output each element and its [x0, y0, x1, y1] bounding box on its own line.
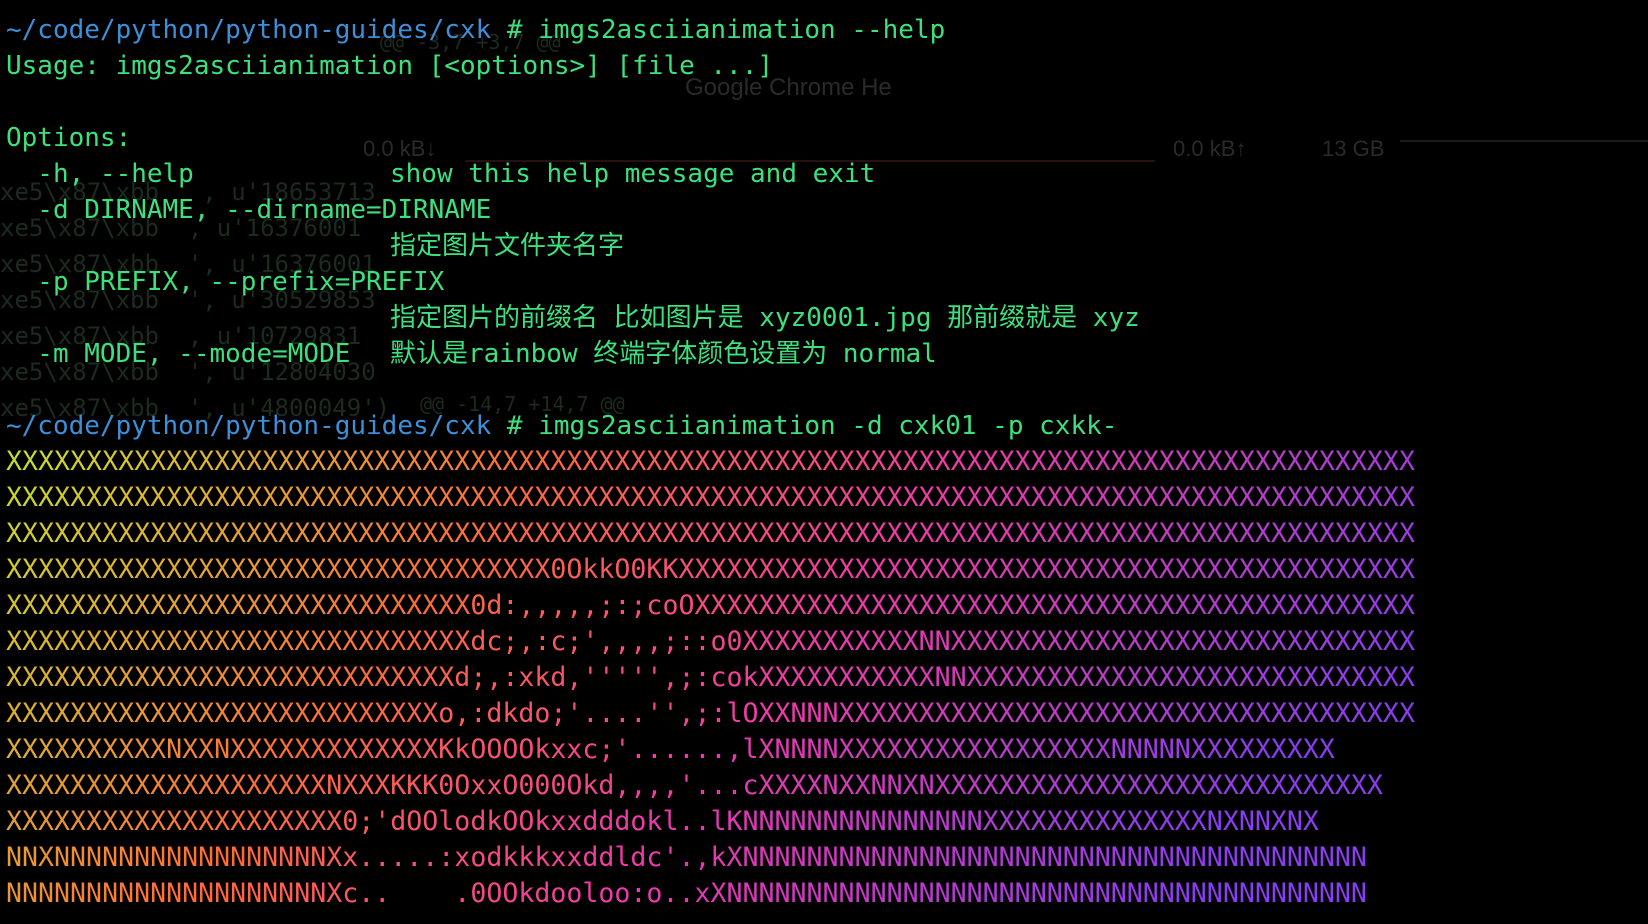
option-line: 指定图片文件夹名字 [6, 228, 1415, 264]
option-desc: 指定图片文件夹名字 [390, 231, 625, 261]
ascii-row: XXXXXXXXXXXXXXXXXXXXXXXXXXXXd;,:xkd,''''… [6, 660, 1415, 696]
option-flag: -h, --help [6, 159, 194, 189]
option-desc: show this help message and exit [390, 159, 876, 189]
ascii-row: XXXXXXXXXXXXXXXXXXXXXXXXXXXXXdc;,:c;',,,… [6, 624, 1415, 660]
ascii-row: XXXXXXXXXXXXXXXXXXXXXXXXXXXXXXXXXXXXXXXX… [6, 480, 1415, 516]
output-line: -d DIRNAME, --dirname=DIRNAME [6, 192, 1415, 228]
command-text: imgs2asciianimation -d cxk01 -p cxkk- [538, 411, 1118, 441]
option-line: -h, --help show this help message and exi… [6, 156, 1415, 192]
ascii-row: XXXXXXXXXXXXXXXXXXXXXXXXXXXXXXXXXXXXXXXX… [6, 516, 1415, 552]
options-heading: Options: [6, 123, 132, 153]
ascii-row: XXXXXXXXXXXXXXXXXXXXXXXXXXXo,:dkdo;'....… [6, 696, 1415, 732]
ascii-row: XXXXXXXXXXXXXXXXXXXXNXXXKKK0OxxO000Okd,,… [6, 768, 1383, 804]
prompt-path: ~/code/python/python-guides/cxk [6, 15, 492, 45]
command-text: imgs2asciianimation --help [538, 15, 946, 45]
option-flag: -m MODE, --mode=MODE [6, 339, 351, 369]
prompt-hash: # [491, 411, 539, 441]
option-line: -m MODE, --mode=MODE 默认是rainbow 终端字体颜色设置为… [6, 336, 1415, 372]
prompt-path: ~/code/python/python-guides/cxk [6, 411, 492, 441]
ascii-row: XXXXXXXXXXXXXXXXXXXXXXXXXXXXX0d:,,,,,;:;… [6, 588, 1415, 624]
ascii-row: XXXXXXXXXXNXXNXXXXXXXXXXXXXKkOOOOkxxc;'.… [6, 732, 1335, 768]
ascii-row: XXXXXXXXXXXXXXXXXXXXX0;'dOOlodkOOkxxdddo… [6, 804, 1319, 840]
prompt-hash: # [491, 15, 539, 45]
prompt-line: ~/code/python/python-guides/cxk # imgs2a… [6, 12, 1415, 48]
output-line: -p PREFIX, --prefix=PREFIX [6, 264, 1415, 300]
option-desc: 指定图片的前缀名 比如图片是 xyz0001.jpg 那前缀就是 xyz [390, 303, 1140, 333]
bleed-graph-line-right [1400, 140, 1648, 142]
ascii-row: NNXNNNNNNNNNNNNNNNNNXx.....:xodkkkxxddld… [6, 840, 1367, 876]
option-line: 指定图片的前缀名 比如图片是 xyz0001.jpg 那前缀就是 xyz [6, 300, 1415, 336]
prompt-line: ~/code/python/python-guides/cxk # imgs2a… [6, 408, 1415, 444]
option-desc: 默认是rainbow 终端字体颜色设置为 normal [390, 339, 937, 369]
output-line: Options: [6, 120, 1415, 156]
terminal-window[interactable]: Google Chrome He 0.0 kB↓ 0.0 kB↑ 13 GB @… [0, 0, 1648, 924]
usage-text: Usage: imgs2asciianimation [<options>] [… [6, 51, 774, 81]
output-line: Usage: imgs2asciianimation [<options>] [… [6, 48, 1415, 84]
terminal-output[interactable]: ~/code/python/python-guides/cxk # imgs2a… [6, 12, 1415, 912]
option-flag: -p PREFIX, --prefix=PREFIX [6, 267, 445, 297]
ascii-row: XXXXXXXXXXXXXXXXXXXXXXXXXXXXXXXXXXXXXXXX… [6, 444, 1415, 480]
ascii-row: XXXXXXXXXXXXXXXXXXXXXXXXXXXXXXXXXX0OkkO0… [6, 552, 1415, 588]
ascii-animation-frame: XXXXXXXXXXXXXXXXXXXXXXXXXXXXXXXXXXXXXXXX… [6, 444, 1415, 912]
ascii-row: NNNNNNNNNNNNNNNNNNNNXc.. .0OOkdooloo:o..… [6, 876, 1367, 912]
option-flag: -d DIRNAME, --dirname=DIRNAME [6, 195, 492, 225]
